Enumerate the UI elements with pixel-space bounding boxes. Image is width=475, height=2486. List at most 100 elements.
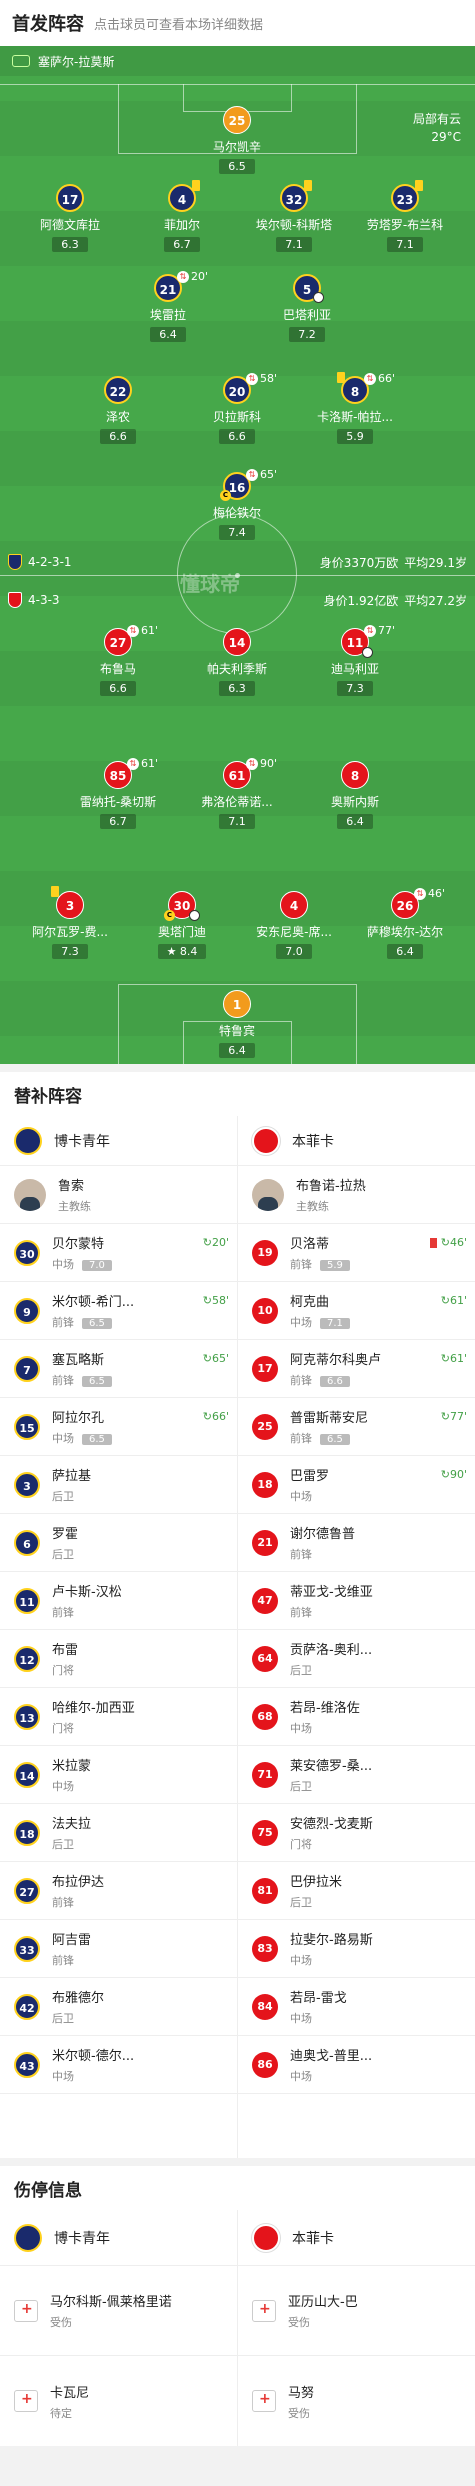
player-marker[interactable]: 26 ⇅ 46' 萨穆埃尔-达尔 6.4 [350, 887, 460, 959]
sub-player-item[interactable]: 17 阿克蒂尔科奥卢 前锋 6.6 ↻61' [238, 1340, 475, 1398]
player-marker[interactable]: 8 ⇅ 66' 卡洛斯-帕拉... 5.9 [300, 372, 410, 444]
coach-avatar [252, 1178, 284, 1211]
sub-player-item[interactable]: 18 法夫拉 后卫 [0, 1804, 237, 1862]
player-name: 拉斐尔-路易斯 [290, 1933, 373, 1948]
red-card-icon [430, 1237, 438, 1248]
benfica-logo-icon [252, 2223, 280, 2252]
sub-player-item[interactable]: 71 莱安德罗-桑... 后卫 [238, 1746, 475, 1804]
minute: 66' [211, 1409, 229, 1423]
sub-player-item[interactable]: 64 贡萨洛-奥利... 后卫 [238, 1630, 475, 1688]
sub-player-item[interactable]: 30 贝尔蒙特 中场 7.0 ↻20' [0, 1224, 237, 1282]
player-rating: 7.1 [219, 814, 255, 829]
player-marker[interactable]: 30 C 奥塔门迪 ★ 8.4 [127, 891, 237, 959]
sub-player-item[interactable]: 7 塞瓦略斯 前锋 6.5 ↻65' [0, 1340, 237, 1398]
player-marker[interactable]: 4 安东尼奥-席... 7.0 [239, 891, 349, 959]
player-rating: 6.5 [219, 159, 255, 174]
jersey-number: 33 [14, 1935, 40, 1962]
player-marker[interactable]: 5 巴塔利亚 7.2 [252, 274, 362, 342]
goal-ball-icon [189, 910, 200, 921]
player-marker[interactable]: 1 特鲁宾 6.4 [182, 990, 292, 1058]
player-marker[interactable]: 17 阿德文库拉 6.3 [15, 184, 125, 252]
home-team-header: 博卡青年 [0, 2210, 237, 2266]
sub-player-item[interactable]: 68 若昂-维洛佐 中场 [238, 1688, 475, 1746]
player-marker[interactable]: 61 ⇅ 90' 弗洛伦蒂诺... 7.1 [182, 757, 292, 829]
sub-in-minute: ↻66' [202, 1409, 229, 1423]
player-marker[interactable]: 85 ⇅ 61' 雷纳托-桑切斯 6.7 [63, 757, 173, 829]
sub-player-item[interactable]: 9 米尔顿-希门... 前锋 6.5 ↻58' [0, 1282, 237, 1340]
sub-player-item[interactable]: 14 米拉蒙 中场 [0, 1746, 237, 1804]
sub-player-item[interactable]: 75 安德烈-戈麦斯 门将 [238, 1804, 475, 1862]
player-marker[interactable]: 32 埃尔顿-科斯塔 7.1 [239, 180, 349, 252]
sub-player-item[interactable]: 43 米尔顿-德尔... 中场 [0, 2036, 237, 2094]
injured-player-item[interactable]: 马努受伤 [238, 2356, 475, 2446]
sub-minute: 61' [141, 757, 159, 770]
injured-player-item[interactable]: 亚历山大-巴受伤 [238, 2266, 475, 2356]
player-position: 中场 [290, 1316, 312, 1329]
sub-player-item[interactable]: 25 普雷斯蒂安尼 前锋 6.5 ↻77' [238, 1398, 475, 1456]
sub-player-item[interactable]: 13 哈维尔-加西亚 门将 [0, 1688, 237, 1746]
sub-player-item[interactable]: 11 卢卡斯-汉松 前锋 [0, 1572, 237, 1630]
jersey-number: 71 [252, 1761, 278, 1788]
sub-player-item[interactable]: 33 阿吉雷 前锋 [0, 1920, 237, 1978]
coach-item[interactable]: 鲁索 主教练 [0, 1166, 237, 1224]
player-marker[interactable]: 23 劳塔罗-布兰科 7.1 [350, 180, 460, 252]
player-marker[interactable]: 20 ⇅ 58' 贝拉斯科 6.6 [182, 372, 292, 444]
sub-player-item[interactable]: 3 萨拉基 后卫 [0, 1456, 237, 1514]
sub-player-item[interactable]: 84 若昂-雷戈 中场 [238, 1978, 475, 2036]
sub-player-item[interactable]: 18 巴雷罗 中场 ↻90' [238, 1456, 475, 1514]
player-rating: 7.1 [276, 237, 312, 252]
sub-player-item[interactable]: 81 巴伊拉米 后卫 [238, 1862, 475, 1920]
coach-item[interactable]: 布鲁诺-拉热 主教练 [238, 1166, 475, 1224]
injured-player-item[interactable]: 马尔科斯-佩莱格里诺受伤 [0, 2266, 237, 2356]
player-rating: 6.6 [100, 429, 136, 444]
player-name: 若昂-雷戈 [290, 1991, 347, 2006]
sub-player-item[interactable]: 86 迪奥戈-普里... 中场 [238, 2036, 475, 2094]
player-marker[interactable]: 3 阿尔瓦罗-费... 7.3 [15, 886, 125, 959]
sub-minute: 61' [141, 624, 159, 637]
player-marker[interactable]: 16 C ⇅ 65' 梅伦铁尔 7.4 [182, 468, 292, 540]
sub-player-item[interactable]: 47 蒂亚戈-戈维亚 前锋 [238, 1572, 475, 1630]
injuries-section: 伤停信息 博卡青年 本菲卡 马尔科斯-佩莱格里诺受伤 亚历山大-巴受伤 卡瓦尼待… [0, 2166, 475, 2446]
sub-player-item[interactable]: 83 拉斐尔-路易斯 中场 [238, 1920, 475, 1978]
sub-player-item[interactable]: 21 谢尔德鲁普 前锋 [238, 1514, 475, 1572]
sub-player-item[interactable]: 27 布拉伊达 前锋 [0, 1862, 237, 1920]
injuries-title: 伤停信息 [14, 2180, 82, 2201]
player-rating: 7.1 [387, 237, 423, 252]
sub-player-item[interactable]: 42 布雅德尔 后卫 [0, 1978, 237, 2036]
sub-player-item[interactable]: 15 阿拉尔孔 中场 6.5 ↻66' [0, 1398, 237, 1456]
player-marker[interactable]: 8 奥斯内斯 6.4 [300, 761, 410, 829]
jersey-number: 21 [159, 283, 177, 297]
yellow-card-icon [51, 886, 59, 897]
boca-logo-icon [14, 2223, 42, 2252]
player-name: 萨拉基 [52, 1469, 92, 1484]
jersey-number: 81 [252, 1877, 278, 1904]
player-marker[interactable]: 25 马尔凯辛 6.5 [182, 106, 292, 174]
coach-name: 鲁索 [58, 1179, 85, 1194]
injured-player-item[interactable]: 卡瓦尼待定 [0, 2356, 237, 2446]
sub-player-item[interactable]: 12 布雷 门将 [0, 1630, 237, 1688]
sub-player-item[interactable]: 19 贝洛蒂 前锋 5.9 ↻46' [238, 1224, 475, 1282]
player-name: 布雷 [52, 1643, 79, 1658]
substitution-icon: ⇅ [127, 758, 139, 770]
player-marker[interactable]: 22 泽农 6.6 [63, 376, 173, 444]
minute: 65' [211, 1351, 229, 1365]
player-position: 中场 [52, 2070, 74, 2083]
jersey-number: 14 [228, 636, 246, 650]
player-marker[interactable]: 27 ⇅ 61' 布鲁马 6.6 [63, 624, 173, 696]
minute: 90' [449, 1467, 467, 1481]
player-rating: 6.6 [320, 1376, 350, 1387]
jersey-number: 10 [252, 1297, 278, 1324]
player-marker[interactable]: 14 帕夫利季斯 6.3 [182, 628, 292, 696]
player-rating: 6.4 [150, 327, 186, 342]
player-rating: 6.5 [320, 1434, 350, 1445]
jersey-number: 9 [14, 1297, 40, 1324]
player-position: 中场 [52, 1258, 74, 1271]
player-marker[interactable]: 11 ⇅ 77' 迪马利亚 7.3 [300, 624, 410, 696]
coach-role: 主教练 [58, 1200, 91, 1213]
player-marker[interactable]: 21 ⇅ 20' 埃雷拉 6.4 [113, 270, 223, 342]
sub-player-item[interactable]: 10 柯克曲 中场 7.1 ↻61' [238, 1282, 475, 1340]
player-marker[interactable]: 4 菲加尔 6.7 [127, 180, 237, 252]
player-name: 贝拉斯科 [212, 410, 261, 424]
sub-minute: 65' [260, 468, 278, 481]
sub-player-item[interactable]: 6 罗霍 后卫 [0, 1514, 237, 1572]
